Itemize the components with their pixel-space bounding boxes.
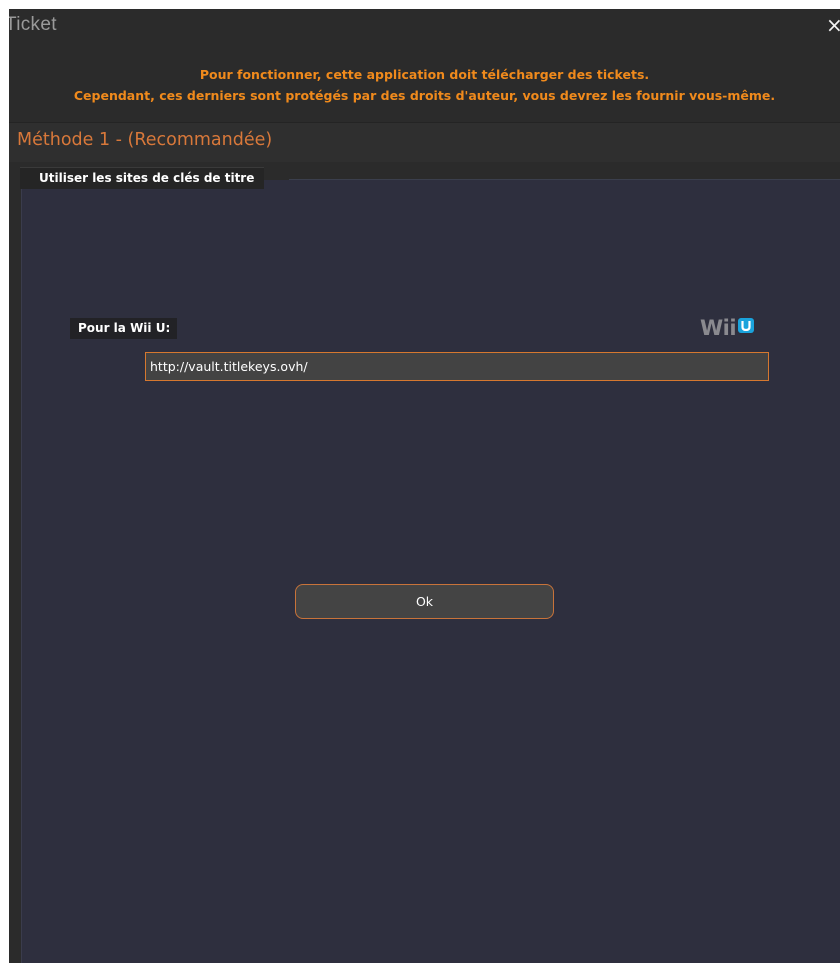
wii-u-logo: Wii <box>700 316 755 340</box>
title-key-url-field[interactable]: http://vault.titlekeys.ovh/ <box>145 352 769 381</box>
ok-button[interactable]: Ok <box>295 584 554 619</box>
u-glyph-icon <box>741 320 751 331</box>
wii-u-icon <box>738 318 755 333</box>
notice-line-2: Cependant, ces derniers sont protégés pa… <box>73 88 776 103</box>
method-title: Méthode 1 - (Recommandée) <box>17 130 273 150</box>
copyright-notice: Pour fonctionner, cette application doit… <box>9 64 840 106</box>
title-bar[interactable]: Ticket × <box>9 9 840 45</box>
wiiu-label: Pour la Wii U: <box>70 318 178 339</box>
close-button[interactable]: × <box>826 13 840 37</box>
wii-logo-text: Wii <box>700 316 737 340</box>
method-header: Méthode 1 - (Recommandée) <box>9 122 840 163</box>
window-title: Ticket <box>9 14 57 35</box>
tab-panel <box>21 180 840 963</box>
notice-line-1: Pour fonctionner, cette application doit… <box>199 67 650 82</box>
tab-divider <box>289 179 840 180</box>
ticket-window: Ticket × Pour fonctionner, cette applica… <box>9 9 840 963</box>
tab-title-key-sites[interactable]: Utiliser les sites de clés de titre <box>20 167 265 189</box>
close-icon: × <box>826 13 840 37</box>
